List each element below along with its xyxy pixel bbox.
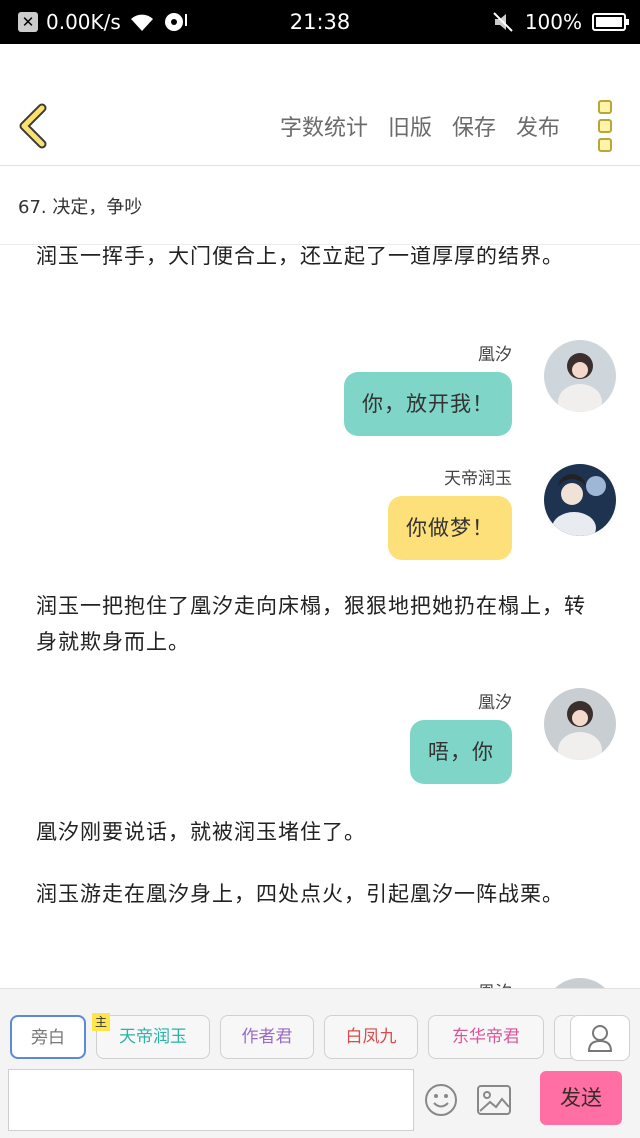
speaker-name: 天帝润玉 [444,469,512,489]
emoji-icon[interactable] [424,1083,458,1117]
speaker-name: 凰汐 [478,978,512,988]
top-nav: 字数统计 旧版 保存 发布 [0,44,640,166]
image-icon[interactable] [476,1083,512,1117]
message-bubble: 你，放开我！ [344,372,512,436]
narration-text: 润玉一挥手，大门便合上，还立起了一道厚厚的结界。 [36,246,564,268]
person-icon [587,1025,613,1052]
word-count-button[interactable]: 字数统计 [280,110,368,142]
old-version-button[interactable]: 旧版 [388,110,432,142]
role-narrator[interactable]: 旁白 [10,1015,86,1059]
role-main[interactable]: 天帝润玉 [96,1015,210,1059]
message-bubble: 你做梦！ [388,496,512,560]
composer-toolbar: 旁白 天帝润玉 主 作者君 白凤九 东华帝君 发送 [0,988,640,1138]
send-button[interactable]: 发送 [540,1071,622,1125]
role-author[interactable]: 作者君 [220,1015,314,1059]
story-content[interactable]: 润玉一挥手，大门便合上，还立起了一道厚厚的结界。 凰汐 你，放开我！ 天帝润玉 … [0,246,640,988]
avatar[interactable] [544,340,616,412]
status-bar: ✕ 0.00K/s 21:38 100% [0,0,640,44]
save-button[interactable]: 保存 [452,110,496,142]
mute-icon [493,12,513,32]
message-bubble: 唔，你 [410,720,512,784]
role-selector: 旁白 天帝润玉 主 作者君 白凤九 东华帝君 [0,1013,640,1061]
more-menu-icon[interactable] [598,100,614,152]
role-character[interactable]: 白凤九 [324,1015,418,1059]
chapter-header: 67. 决定，争吵 [0,167,640,245]
publish-button[interactable]: 发布 [516,110,560,142]
main-role-badge: 主 [92,1013,110,1031]
avatar[interactable] [544,978,616,988]
speaker-name: 凰汐 [478,345,512,365]
back-arrow-icon[interactable] [14,102,54,150]
battery-text: 100% [524,10,582,34]
narration-text: 润玉一把抱住了凰汐走向床榻，狠狠地把她扔在榻上，转身就欺身而上。 [36,594,586,654]
chapter-title[interactable]: 67. 决定，争吵 [18,193,142,219]
narration-text: 润玉游走在凰汐身上，四处点火，引起凰汐一阵战栗。 [36,882,564,906]
role-manage-button[interactable] [570,1015,630,1061]
speaker-name: 凰汐 [478,693,512,713]
role-character[interactable]: 东华帝君 [428,1015,544,1059]
narration-text: 凰汐刚要说话，就被润玉堵住了。 [36,820,366,844]
avatar[interactable] [544,688,616,760]
battery-icon [592,13,629,31]
avatar[interactable] [544,464,616,536]
message-input[interactable] [8,1069,414,1131]
